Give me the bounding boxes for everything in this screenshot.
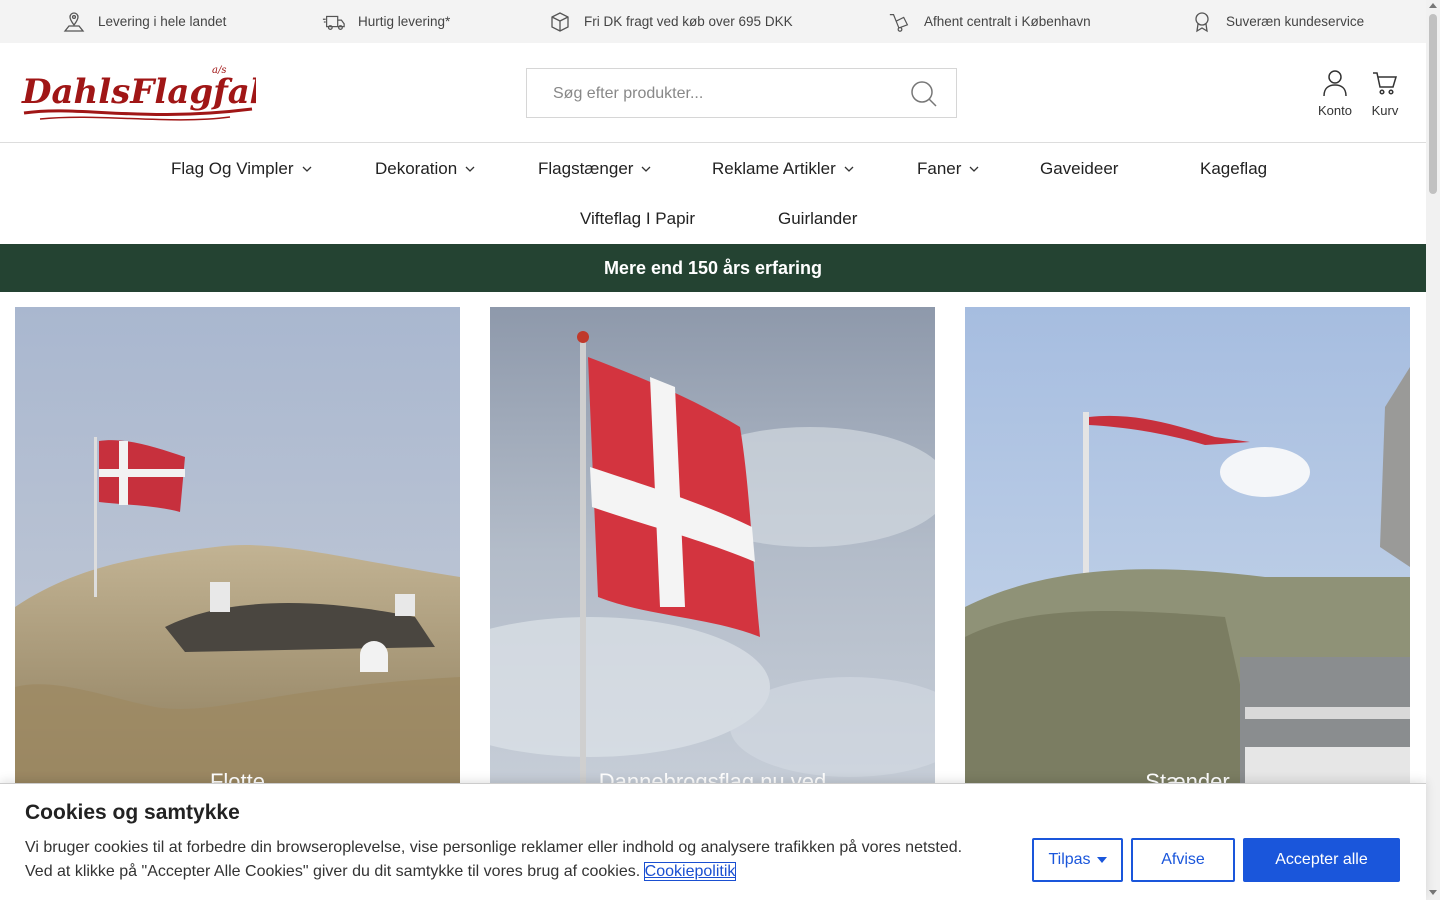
chevron-down-icon <box>465 166 475 172</box>
scrollbar-thumb[interactable] <box>1429 14 1437 194</box>
reject-button[interactable]: Afvise <box>1131 838 1235 882</box>
usp-item-delivery-nationwide: Levering i hele landet <box>62 0 226 43</box>
cart-button[interactable]: Kurv <box>1360 69 1410 118</box>
search-icon[interactable] <box>910 80 938 108</box>
cookie-title: Cookies og samtykke <box>25 801 240 824</box>
main-nav: Flag Og Vimpler Dekoration Flagstænger R… <box>0 144 1426 244</box>
nav-label: Reklame Artikler <box>712 159 836 178</box>
usp-label: Levering i hele landet <box>98 14 227 29</box>
category-image-pennant <box>965 307 1410 797</box>
page-scrollbar[interactable] <box>1426 0 1440 900</box>
nav-item-flagstaenger[interactable]: Flagstænger <box>538 159 651 179</box>
customize-label: Tilpas <box>1048 851 1091 868</box>
chevron-down-icon <box>641 166 651 172</box>
nav-label: Kageflag <box>1200 159 1268 178</box>
cookie-text-line1: Vi bruger cookies til at forbedre din br… <box>25 839 963 856</box>
cart-icon <box>1373 72 1398 95</box>
logo-wordmark: DahlsFlagfabrik <box>21 72 256 112</box>
usp-bar: Levering i hele landet Hurtig levering* … <box>0 0 1426 43</box>
box-icon <box>551 11 569 32</box>
cookie-policy-link[interactable]: Cookiepolitik <box>643 862 737 881</box>
nav-item-vifteflag-i-papir[interactable]: Vifteflag I Papir <box>580 209 695 229</box>
usp-label: Suveræn kundeservice <box>1226 14 1365 29</box>
logo-suffix: a/s <box>212 65 226 76</box>
scroll-up-arrow-icon[interactable] <box>1429 3 1437 8</box>
usp-item-fast-delivery: Hurtig levering* <box>322 0 450 43</box>
reject-label: Afvise <box>1161 851 1205 868</box>
account-button[interactable]: Konto <box>1310 69 1360 118</box>
category-image-dunes-flag <box>15 307 460 797</box>
nav-label: Faner <box>917 159 962 178</box>
nav-item-gaveideer[interactable]: Gaveideer <box>1040 159 1118 179</box>
search-input[interactable] <box>553 82 913 106</box>
category-image-dannebrog <box>490 307 935 797</box>
usp-item-customer-service: Suveræn kundeservice <box>1190 0 1364 43</box>
experience-banner: Mere end 150 års erfaring <box>0 244 1426 292</box>
nav-item-reklame-artikler[interactable]: Reklame Artikler <box>712 159 854 179</box>
cookie-description: Vi bruger cookies til at forbedre din br… <box>25 836 1025 884</box>
scroll-down-arrow-icon[interactable] <box>1429 890 1437 895</box>
nav-item-guirlander[interactable]: Guirlander <box>778 209 857 229</box>
account-label: Konto <box>1318 103 1352 118</box>
nav-label: Dekoration <box>375 159 458 178</box>
customize-button[interactable]: Tilpas <box>1032 838 1123 882</box>
nav-label: Gaveideer <box>1040 159 1119 178</box>
caret-down-icon <box>1096 857 1107 863</box>
usp-label: Hurtig levering* <box>358 14 451 29</box>
nav-label: Vifteflag I Papir <box>580 209 695 228</box>
hand-truck-icon <box>889 13 909 32</box>
nav-item-faner[interactable]: Faner <box>917 159 979 179</box>
nav-label: Flag Og Vimpler <box>171 159 294 178</box>
chevron-down-icon <box>302 166 311 172</box>
usp-label: Afhent centralt i København <box>924 14 1091 29</box>
award-icon <box>1195 11 1209 32</box>
banner-text: Mere end 150 års erfaring <box>603 257 823 278</box>
usp-item-free-shipping: Fri DK fragt ved køb over 695 DKK <box>548 0 793 43</box>
usp-label: Fri DK fragt ved køb over 695 DKK <box>584 14 793 29</box>
search-box <box>526 68 957 118</box>
nav-label: Flagstænger <box>538 159 634 178</box>
category-card[interactable]: Dannebrogsflag nu ved <box>490 307 935 797</box>
nav-item-kageflag[interactable]: Kageflag <box>1200 159 1267 179</box>
user-icon <box>1323 70 1347 97</box>
nav-item-dekoration[interactable]: Dekoration <box>375 159 475 179</box>
usp-item-pickup: Afhent centralt i København <box>888 0 1091 43</box>
cookie-text-line2: Ved at klikke på "Accepter Alle Cookies"… <box>25 863 641 880</box>
site-header: DahlsFlagfabrik a/s Konto Kurv <box>0 43 1426 143</box>
cart-label: Kurv <box>1371 103 1399 118</box>
chevron-down-icon <box>969 166 979 172</box>
cookie-consent-banner: Cookies og samtykke Vi bruger cookies ti… <box>0 783 1426 900</box>
accept-label: Accepter alle <box>1275 851 1368 868</box>
map-pin-icon <box>63 11 85 32</box>
truck-icon <box>322 15 345 30</box>
brand-logo[interactable]: DahlsFlagfabrik a/s <box>20 61 256 125</box>
nav-item-flag-og-vimpler[interactable]: Flag Og Vimpler <box>171 159 312 179</box>
nav-label: Guirlander <box>778 209 858 228</box>
accept-all-button[interactable]: Accepter alle <box>1243 838 1400 882</box>
category-card[interactable]: Flotte <box>15 307 460 797</box>
category-card[interactable]: Stænder <box>965 307 1410 797</box>
chevron-down-icon <box>844 166 854 172</box>
